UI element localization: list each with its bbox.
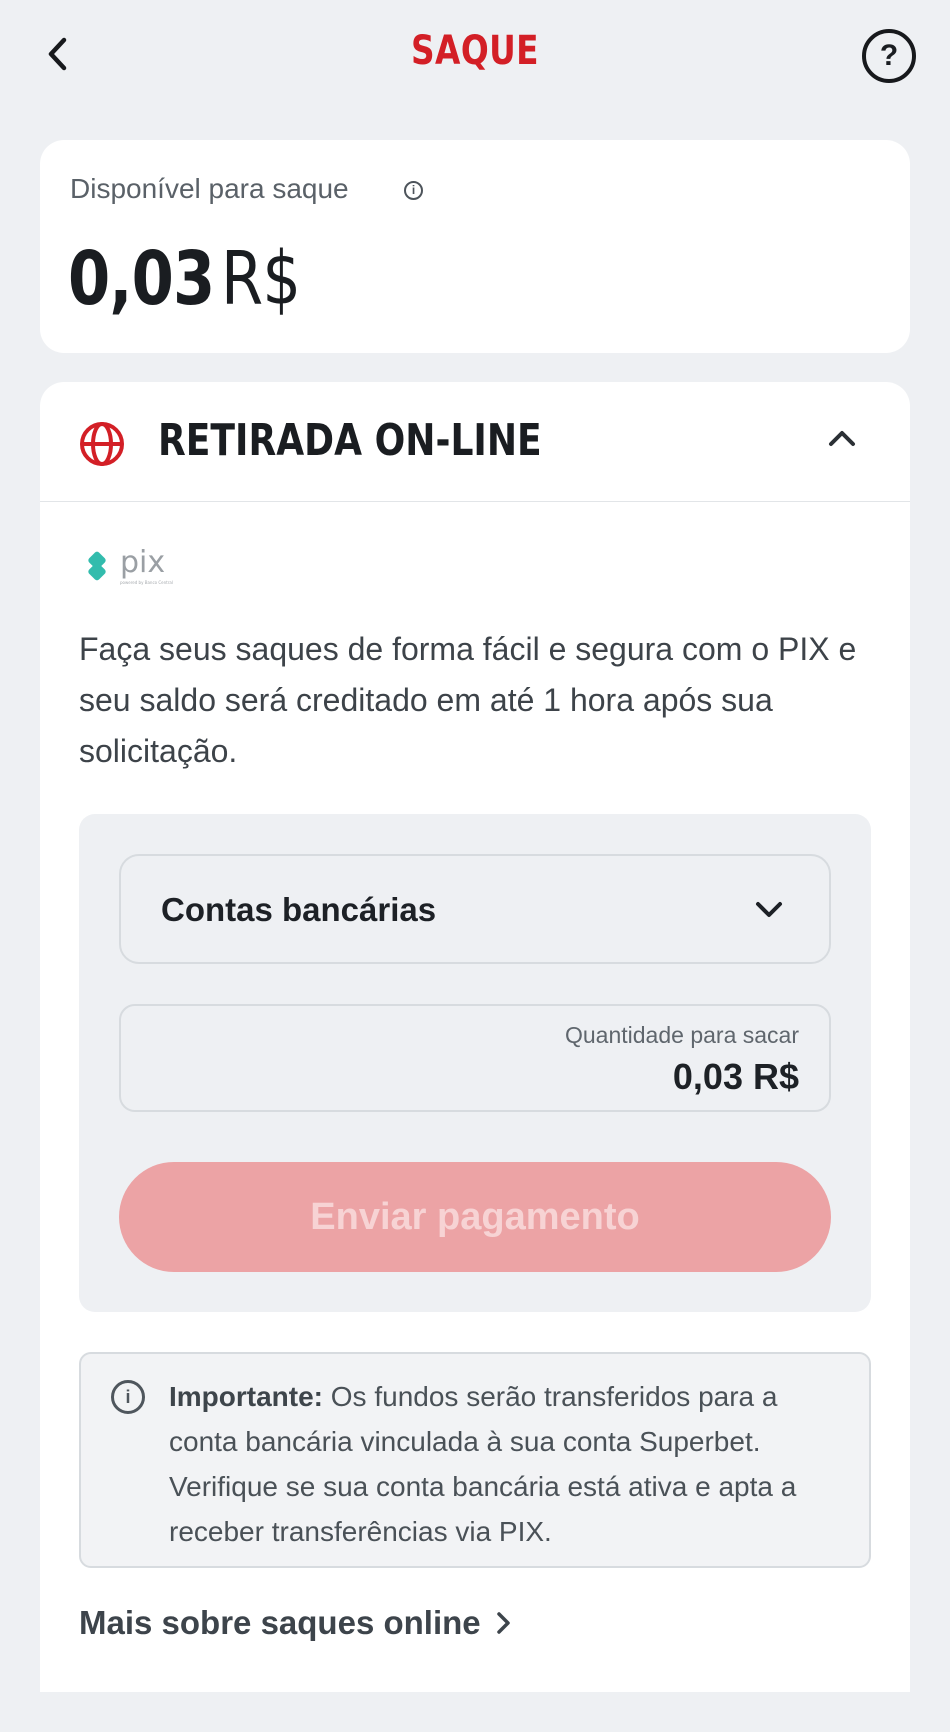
pix-logo: pix powered by Banco Central <box>78 544 198 593</box>
more-link-label: Mais sobre saques online <box>79 1604 481 1641</box>
pix-description: Faça seus saques de forma fácil e segura… <box>79 631 857 769</box>
withdraw-amount-value[interactable]: 0,03 R$ <box>673 1056 799 1098</box>
chevron-down-icon <box>756 902 782 917</box>
more-about-withdrawals-link[interactable]: Mais sobre saques online <box>79 1604 513 1642</box>
notice-text: Importante: Os fundos serão transferidos… <box>169 1374 849 1554</box>
withdraw-amount-label: Quantidade para sacar <box>565 1022 799 1048</box>
info-icon: i <box>111 1380 145 1414</box>
withdraw-form: Contas bancárias Quantidade para sacar 0… <box>79 814 871 1312</box>
pix-logo-subtext: powered by Banco Central <box>120 580 173 585</box>
bank-account-select-value: Contas bancárias <box>161 891 437 928</box>
withdraw-card: RETIRADA ON-LINE pix powered by Banco Ce… <box>40 382 910 1692</box>
balance-label: Disponível para saque <box>70 173 349 204</box>
section-title: RETIRADA ON-LINE <box>158 415 542 466</box>
balance-value: 0,03 <box>68 236 215 322</box>
important-notice: i Importante: Os fundos serão transferid… <box>79 1352 871 1568</box>
help-button[interactable]: ? <box>862 29 916 83</box>
back-button[interactable] <box>38 30 78 78</box>
balance-amount: 0,03R$ <box>68 236 301 322</box>
pix-logo-text: pix <box>120 545 165 580</box>
online-withdrawal-header[interactable]: RETIRADA ON-LINE <box>40 382 910 502</box>
withdraw-amount-field[interactable]: Quantidade para sacar 0,03 R$ <box>119 1004 831 1112</box>
balance-currency: R$ <box>221 236 301 322</box>
send-payment-button[interactable]: Enviar pagamento <box>119 1162 831 1272</box>
notice-title: Importante: <box>169 1381 323 1412</box>
chevron-up-icon <box>829 431 855 446</box>
balance-card: Disponível para saque i 0,03R$ <box>40 140 910 353</box>
bank-account-select[interactable]: Contas bancárias <box>119 854 831 964</box>
question-circle-icon: ? <box>879 39 899 72</box>
globe-icon <box>80 422 124 466</box>
top-bar: SAQUE ? <box>0 0 950 110</box>
chevron-left-icon <box>48 37 67 71</box>
page-title: SAQUE <box>411 28 539 74</box>
info-icon[interactable]: i <box>404 181 423 200</box>
chevron-right-icon <box>496 1612 510 1634</box>
